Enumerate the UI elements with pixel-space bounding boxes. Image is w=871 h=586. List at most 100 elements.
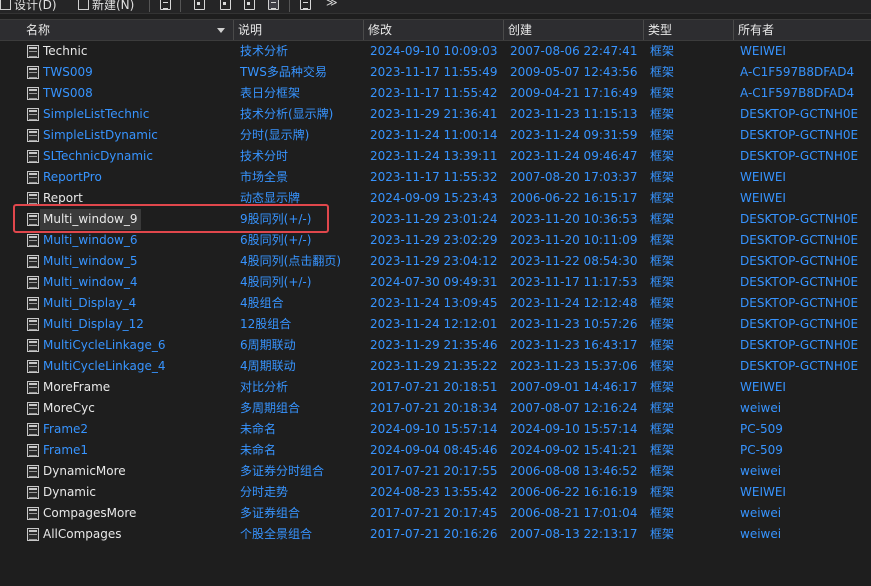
column-header-desc[interactable]: 说明 xyxy=(234,20,364,40)
design-icon xyxy=(0,0,11,10)
row-name[interactable]: MoreFrame xyxy=(43,377,110,398)
row-created: 2023-11-23 16:43:17 xyxy=(510,338,638,352)
row-name[interactable]: Multi_window_5 xyxy=(43,251,138,272)
row-owner: A-C1F597B8DFAD4 xyxy=(740,86,855,100)
table-row[interactable]: Multi_Display_12 12股组合 2023-11-24 12:12:01… xyxy=(0,314,871,335)
list-mode-icon[interactable] xyxy=(268,0,279,10)
row-description: 多证券组合 xyxy=(240,506,301,520)
table-row[interactable]: SLTechnicDynamic 技术分时 2023-11-24 13:39:11 2… xyxy=(0,146,871,167)
row-modified: 2023-11-29 23:01:24 xyxy=(370,212,498,226)
report-view-icon[interactable] xyxy=(244,0,255,10)
row-name[interactable]: Multi_Display_12 xyxy=(43,314,144,335)
row-name[interactable]: Dynamic xyxy=(43,482,96,503)
table-row[interactable]: Multi_window_6 6股同列(+/-) 2023-11-29 23:02:… xyxy=(0,230,871,251)
table-row[interactable]: DynamicMore 多证券分时组合 2017-07-21 20:17:55 200… xyxy=(0,461,871,482)
table-row[interactable]: SimpleListDynamic 分时(显示牌) 2023-11-24 11:00… xyxy=(0,125,871,146)
new-icon xyxy=(78,0,89,10)
table-row[interactable]: Multi_window_5 4股同列(点击翻页) 2023-11-29 23:04… xyxy=(0,251,871,272)
column-header-type[interactable]: 类型 xyxy=(644,20,734,40)
new-menu-button[interactable]: 新建(N) xyxy=(78,0,134,12)
table-row[interactable]: TWS008 表日分框架 2023-11-17 11:55:42 2009-04-21… xyxy=(0,83,871,104)
row-description: 6周期联动 xyxy=(240,338,296,352)
row-created: 2007-08-07 12:16:24 xyxy=(510,401,638,415)
row-modified: 2017-07-21 20:18:34 xyxy=(370,401,498,415)
row-modified: 2023-11-29 21:35:46 xyxy=(370,338,498,352)
row-name[interactable]: DynamicMore xyxy=(43,461,126,482)
row-owner: WEIWEI xyxy=(740,170,786,184)
row-type: 框架 xyxy=(650,443,675,457)
row-name[interactable]: Technic xyxy=(43,41,87,62)
table-row[interactable]: MultiCycleLinkage_4 4周期联动 2023-11-29 21:35… xyxy=(0,356,871,377)
expand-icon[interactable]: ≫ xyxy=(326,0,338,9)
row-name[interactable]: MultiCycleLinkage_4 xyxy=(43,356,165,377)
table-row[interactable]: Frame1 未命名 2024-09-04 08:45:46 2024-09-02 1… xyxy=(0,440,871,461)
row-modified: 2023-11-24 12:12:01 xyxy=(370,317,498,331)
table-row[interactable]: Multi_window_4 4股同列(+/-) 2024-07-30 09:49:… xyxy=(0,272,871,293)
table-row[interactable]: MoreCyc 多周期组合 2017-07-21 20:18:34 2007-08-0… xyxy=(0,398,871,419)
row-owner: DESKTOP-GCTNH0E xyxy=(740,254,859,268)
row-owner: DESKTOP-GCTNH0E xyxy=(740,107,859,121)
row-name[interactable]: Frame2 xyxy=(43,419,88,440)
table-row[interactable]: Dynamic 分时走势 2024-08-23 13:55:42 2006-06-22… xyxy=(0,482,871,503)
row-name[interactable]: SLTechnicDynamic xyxy=(43,146,153,167)
row-modified: 2023-11-29 23:04:12 xyxy=(370,254,498,268)
row-name[interactable]: CompagesMore xyxy=(43,503,136,524)
row-owner: WEIWEI xyxy=(740,191,786,205)
row-name[interactable]: MultiCycleLinkage_6 xyxy=(43,335,165,356)
frame-file-icon xyxy=(27,360,39,373)
table-row[interactable]: SimpleListTechnic 技术分析(显示牌) 2023-11-29 21:… xyxy=(0,104,871,125)
row-created: 2023-11-20 10:11:09 xyxy=(510,233,638,247)
row-type: 框架 xyxy=(650,359,675,373)
row-type: 框架 xyxy=(650,275,675,289)
row-name[interactable]: Multi_window_6 xyxy=(43,230,138,251)
row-modified: 2023-11-24 13:09:45 xyxy=(370,296,498,310)
row-modified: 2017-07-21 20:17:55 xyxy=(370,464,498,478)
table-row[interactable]: MultiCycleLinkage_6 6周期联动 2023-11-29 21:35… xyxy=(0,335,871,356)
row-created: 2007-08-13 22:13:17 xyxy=(510,527,638,541)
table-row[interactable]: CompagesMore 多证券组合 2017-07-21 20:17:45 2006… xyxy=(0,503,871,524)
row-type: 框架 xyxy=(650,170,675,184)
row-description: 未命名 xyxy=(240,443,277,457)
frame-file-icon xyxy=(27,45,39,58)
frame-file-icon xyxy=(27,87,39,100)
column-header-name[interactable]: 名称 xyxy=(22,20,234,40)
table-row[interactable]: TWS009 TWS多品种交易 2023-11-17 11:55:49 2009-05… xyxy=(0,62,871,83)
row-name[interactable]: AllCompages xyxy=(43,524,122,545)
row-name[interactable]: SimpleListDynamic xyxy=(43,125,158,146)
row-owner: DESKTOP-GCTNH0E xyxy=(740,233,859,247)
row-name[interactable]: ReportPro xyxy=(43,167,102,188)
row-name[interactable]: SimpleListTechnic xyxy=(43,104,149,125)
list-view-icon[interactable] xyxy=(160,0,171,10)
layers-icon[interactable] xyxy=(300,0,311,10)
table-row[interactable]: Frame2 未命名 2024-09-10 15:57:14 2024-09-10 1… xyxy=(0,419,871,440)
table-row[interactable]: AllCompages 个股全景组合 2017-07-21 20:16:26 2007… xyxy=(0,524,871,545)
design-menu-button[interactable]: 设计(D) xyxy=(0,0,57,12)
table-row[interactable]: Technic 技术分析 2024-09-10 10:09:03 2007-08-06… xyxy=(0,41,871,62)
row-owner: A-C1F597B8DFAD4 xyxy=(740,65,855,79)
column-header-created[interactable]: 创建 xyxy=(504,20,644,40)
row-name[interactable]: TWS008 xyxy=(43,83,93,104)
single-view-icon[interactable] xyxy=(194,0,205,10)
selection-highlight-box xyxy=(13,204,329,233)
table-row[interactable]: Multi_Display_4 4股组合 2023-11-24 13:09:45 20… xyxy=(0,293,871,314)
frame-file-icon xyxy=(27,234,39,247)
row-name[interactable]: Multi_Display_4 xyxy=(43,293,136,314)
row-name[interactable]: TWS009 xyxy=(43,62,93,83)
row-type: 框架 xyxy=(650,401,675,415)
row-modified: 2017-07-21 20:17:45 xyxy=(370,506,498,520)
row-type: 框架 xyxy=(650,380,675,394)
row-name[interactable]: MoreCyc xyxy=(43,398,95,419)
table-row[interactable]: MoreFrame 对比分析 2017-07-21 20:18:51 2007-09-… xyxy=(0,377,871,398)
column-header-owner[interactable]: 所有者 xyxy=(734,20,871,40)
row-created: 2007-09-01 14:46:17 xyxy=(510,380,638,394)
detail-view-icon[interactable] xyxy=(220,0,231,10)
table-row[interactable]: ReportPro 市场全景 2023-11-17 11:55:32 2007-08-… xyxy=(0,167,871,188)
row-type: 框架 xyxy=(650,527,675,541)
row-created: 2007-08-06 22:47:41 xyxy=(510,44,638,58)
row-name[interactable]: Multi_window_4 xyxy=(43,272,138,293)
row-owner: DESKTOP-GCTNH0E xyxy=(740,359,859,373)
toolbar: 设计(D) 新建(N) ≫ xyxy=(0,0,871,14)
row-name[interactable]: Frame1 xyxy=(43,440,88,461)
column-header-modified[interactable]: 修改 xyxy=(364,20,504,40)
row-owner: WEIWEI xyxy=(740,44,786,58)
